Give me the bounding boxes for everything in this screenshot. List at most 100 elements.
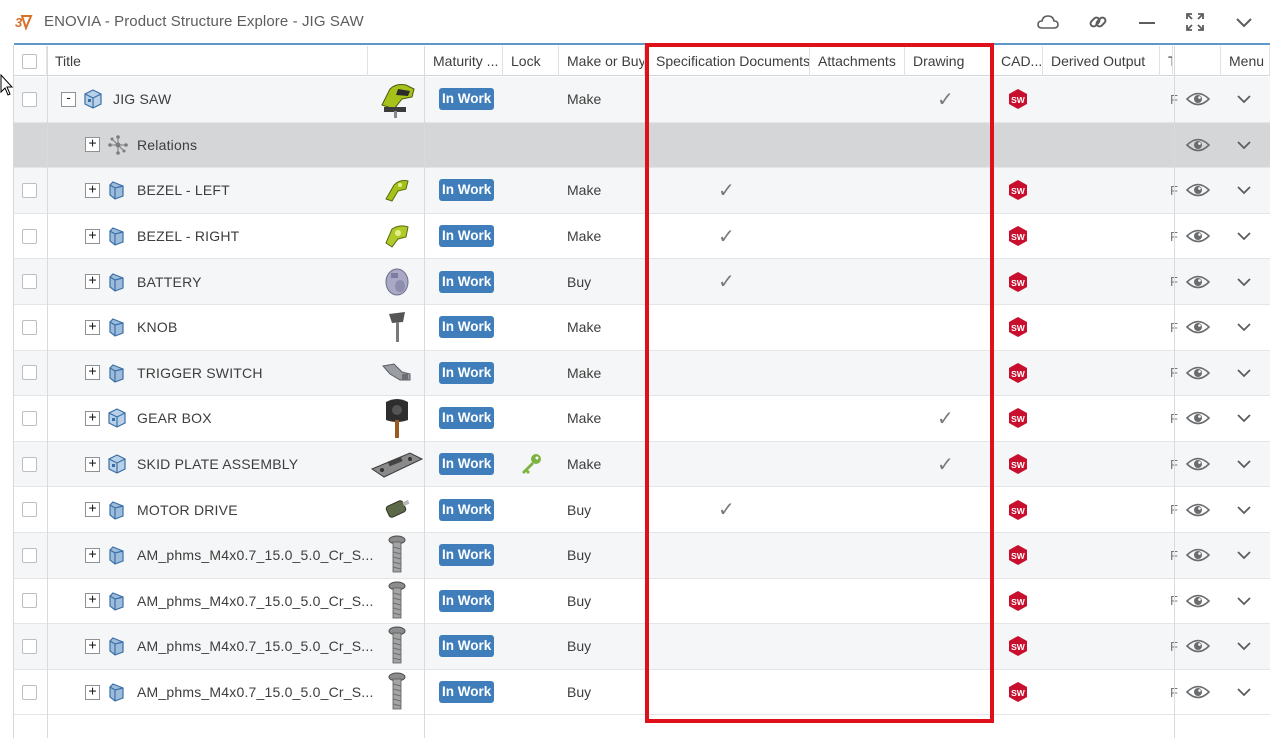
row-checkbox[interactable]	[22, 182, 37, 198]
maturity-badge[interactable]: In Work	[439, 453, 495, 476]
eye-icon[interactable]	[1186, 123, 1210, 168]
solidworks-icon[interactable]: SW	[1007, 579, 1029, 624]
table-row[interactable]: +MOTOR DRIVEIn WorkBuy✓SWF	[14, 487, 1270, 533]
row-checkbox[interactable]	[22, 410, 37, 426]
table-row[interactable]: + AM_phms_M4x0.7_15.0_5.0_Cr_S... In Work B…	[14, 669, 1270, 716]
eye-icon[interactable]	[1186, 624, 1210, 669]
chevron-down-icon[interactable]	[1232, 10, 1256, 34]
table-row[interactable]: +TRIGGER SWITCHIn WorkMakeSWF	[14, 350, 1270, 397]
eye-icon[interactable]	[1186, 579, 1210, 624]
table-row[interactable]: +GEAR BOXIn WorkMake✓SWF	[14, 396, 1270, 442]
row-title[interactable]: KNOB	[137, 305, 177, 350]
row-title[interactable]: BEZEL - LEFT	[137, 168, 230, 213]
solidworks-icon[interactable]: SW	[1007, 442, 1029, 487]
chevron-down-icon[interactable]	[1236, 123, 1252, 168]
row-title[interactable]: TRIGGER SWITCH	[137, 351, 263, 396]
expand-toggle[interactable]: +	[85, 228, 100, 244]
chevron-down-icon[interactable]	[1236, 624, 1252, 669]
table-row[interactable]: +SKID PLATE ASSEMBLYIn WorkMake✓SWF	[14, 441, 1270, 488]
chevron-down-icon[interactable]	[1236, 442, 1252, 487]
row-title[interactable]: AM_phms_M4x0.7_15.0_5.0_Cr_S...	[137, 670, 374, 715]
minimize-icon[interactable]	[1135, 10, 1159, 34]
chevron-down-icon[interactable]	[1236, 214, 1252, 259]
maturity-badge[interactable]: In Work	[439, 544, 495, 567]
link-icon[interactable]	[1086, 10, 1110, 34]
table-row[interactable]: + AM_phms_M4x0.7_15.0_5.0_Cr_S... In Work B…	[14, 578, 1270, 625]
column-header-derived-output[interactable]: Derived Output	[1043, 46, 1160, 76]
eye-icon[interactable]	[1186, 214, 1210, 259]
column-header-t[interactable]: T	[1160, 46, 1173, 76]
eye-icon[interactable]	[1186, 305, 1210, 350]
maturity-badge[interactable]: In Work	[439, 681, 495, 704]
expand-toggle[interactable]: +	[85, 365, 100, 381]
chevron-down-icon[interactable]	[1236, 168, 1252, 213]
column-header-title[interactable]: Title	[47, 46, 368, 76]
table-row[interactable]: + AM_phms_M4x0.7_15.0_5.0_Cr_S... In Work B…	[14, 624, 1270, 670]
row-checkbox[interactable]	[22, 274, 37, 290]
chevron-down-icon[interactable]	[1236, 579, 1252, 624]
table-row[interactable]: +KNOBIn WorkMakeSWF	[14, 305, 1270, 351]
eye-icon[interactable]	[1186, 533, 1210, 578]
row-checkbox[interactable]	[22, 91, 37, 107]
column-header-cad[interactable]: CAD...	[993, 46, 1043, 76]
solidworks-icon[interactable]: SW	[1007, 259, 1029, 304]
chevron-down-icon[interactable]	[1236, 396, 1252, 441]
solidworks-icon[interactable]: SW	[1007, 624, 1029, 669]
eye-icon[interactable]	[1186, 396, 1210, 441]
solidworks-icon[interactable]: SW	[1007, 351, 1029, 396]
maturity-badge[interactable]: In Work	[439, 635, 495, 658]
row-checkbox[interactable]	[22, 684, 37, 700]
row-checkbox[interactable]	[22, 502, 37, 518]
maturity-badge[interactable]: In Work	[439, 498, 495, 521]
key-icon[interactable]	[519, 442, 543, 487]
eye-icon[interactable]	[1186, 77, 1210, 122]
chevron-down-icon[interactable]	[1236, 259, 1252, 304]
maturity-badge[interactable]: In Work	[439, 225, 495, 248]
eye-icon[interactable]	[1186, 351, 1210, 396]
row-title[interactable]: GEAR BOX	[137, 396, 212, 441]
solidworks-icon[interactable]: SW	[1007, 168, 1029, 213]
solidworks-icon[interactable]: SW	[1007, 77, 1029, 122]
row-title[interactable]: MOTOR DRIVE	[137, 487, 238, 532]
maturity-badge[interactable]: In Work	[439, 589, 495, 612]
cloud-icon[interactable]	[1036, 10, 1060, 34]
column-header-thumbnail[interactable]	[368, 46, 425, 76]
column-header-drawing[interactable]: Drawing	[905, 46, 993, 76]
row-checkbox[interactable]	[22, 319, 37, 335]
expand-toggle[interactable]: +	[85, 684, 100, 700]
row-checkbox[interactable]	[22, 456, 37, 472]
solidworks-icon[interactable]: SW	[1007, 487, 1029, 532]
maturity-badge[interactable]: In Work	[439, 361, 495, 384]
row-checkbox[interactable]	[22, 365, 37, 381]
row-title[interactable]: BATTERY	[137, 259, 202, 304]
column-header-attachments[interactable]: Attachments	[810, 46, 905, 76]
chevron-down-icon[interactable]	[1236, 305, 1252, 350]
chevron-down-icon[interactable]	[1236, 351, 1252, 396]
maturity-badge[interactable]: In Work	[439, 316, 495, 339]
relations-row[interactable]: + Relations	[14, 122, 1270, 169]
table-row[interactable]: +BATTERYIn WorkBuy✓SWF	[14, 259, 1270, 305]
row-title[interactable]: AM_phms_M4x0.7_15.0_5.0_Cr_S...	[137, 624, 374, 669]
maturity-badge[interactable]: In Work	[439, 88, 495, 111]
eye-icon[interactable]	[1186, 259, 1210, 304]
row-title[interactable]: Relations	[137, 123, 197, 168]
expand-toggle[interactable]: +	[85, 319, 100, 335]
expand-toggle[interactable]: +	[85, 182, 100, 198]
row-checkbox[interactable]	[22, 547, 37, 563]
maturity-badge[interactable]: In Work	[439, 270, 495, 293]
row-checkbox[interactable]	[22, 593, 37, 609]
column-header-maturity[interactable]: Maturity ...	[425, 46, 503, 76]
maturity-badge[interactable]: In Work	[439, 179, 495, 202]
expand-toggle[interactable]: +	[85, 410, 100, 426]
solidworks-icon[interactable]: SW	[1007, 305, 1029, 350]
solidworks-icon[interactable]: SW	[1007, 214, 1029, 259]
table-row[interactable]: -JIG SAWIn WorkMake✓SWF	[14, 77, 1270, 123]
expand-toggle[interactable]: +	[85, 274, 100, 290]
chevron-down-icon[interactable]	[1236, 487, 1252, 532]
table-row[interactable]: + AM_phms_M4x0.7_15.0_5.0_Cr_S... In Work B…	[14, 533, 1270, 579]
expand-toggle[interactable]: +	[85, 456, 100, 472]
eye-icon[interactable]	[1186, 670, 1210, 715]
eye-icon[interactable]	[1186, 168, 1210, 213]
column-header-lock[interactable]: Lock	[503, 46, 559, 76]
solidworks-icon[interactable]: SW	[1007, 670, 1029, 715]
